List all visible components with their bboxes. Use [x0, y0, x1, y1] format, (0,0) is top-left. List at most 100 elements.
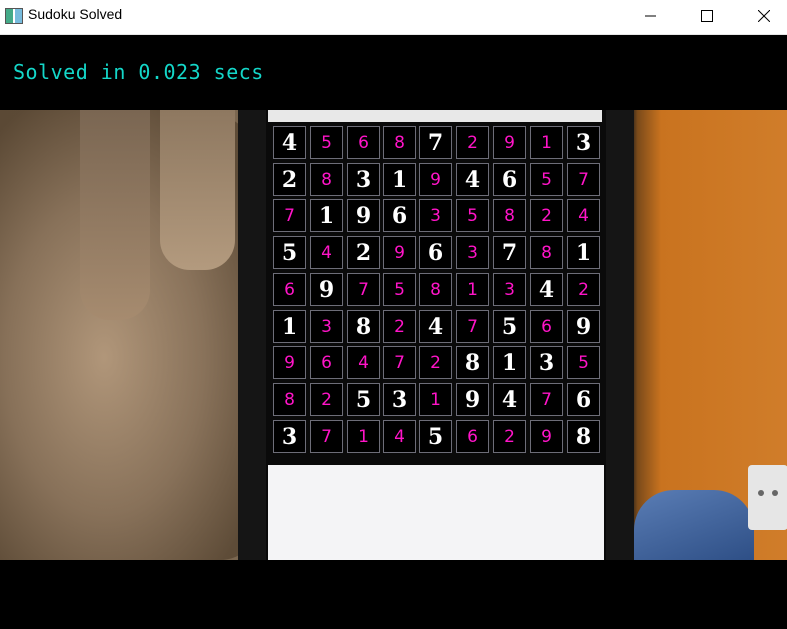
- sudoku-cell: 3: [273, 420, 306, 453]
- given-digit: 8: [464, 349, 481, 376]
- given-digit: 5: [281, 239, 298, 266]
- blanket-image: [634, 490, 754, 560]
- solved-digit: 1: [358, 426, 369, 447]
- sudoku-cell: 1: [310, 199, 343, 232]
- sudoku-cell: 6: [310, 346, 343, 379]
- solved-digit: 4: [358, 352, 369, 373]
- sudoku-cell: 1: [419, 383, 452, 416]
- phone-screen-blank-area: [268, 465, 604, 560]
- sudoku-cell: 7: [456, 310, 489, 343]
- given-digit: 4: [501, 386, 518, 413]
- sudoku-cell: 4: [383, 420, 416, 453]
- sudoku-cell: 1: [347, 420, 380, 453]
- sudoku-cell: 3: [456, 236, 489, 269]
- maximize-icon: [701, 10, 713, 22]
- bottom-bar: [0, 560, 787, 629]
- sudoku-cell: 3: [383, 383, 416, 416]
- sudoku-cell: 4: [347, 346, 380, 379]
- given-digit: 4: [538, 276, 555, 303]
- sudoku-cell: 7: [310, 420, 343, 453]
- finger-image: [160, 110, 235, 270]
- solved-digit: 1: [430, 389, 441, 410]
- close-button[interactable]: [741, 0, 787, 32]
- maximize-button[interactable]: [684, 0, 730, 32]
- given-digit: 6: [427, 239, 444, 266]
- solved-digit: 1: [467, 279, 478, 300]
- sudoku-cell: 7: [273, 199, 306, 232]
- sudoku-cell: 1: [567, 236, 600, 269]
- sudoku-cell: 6: [419, 236, 452, 269]
- solved-digit: 8: [394, 132, 405, 153]
- solved-digit: 7: [321, 426, 332, 447]
- sudoku-cell: 6: [567, 383, 600, 416]
- sudoku-cell: 8: [419, 273, 452, 306]
- sudoku-cell: 5: [347, 383, 380, 416]
- sudoku-cell: 5: [419, 420, 452, 453]
- sudoku-cell: 1: [456, 273, 489, 306]
- sudoku-cell: 9: [456, 383, 489, 416]
- title-bar: Sudoku Solved: [0, 0, 787, 35]
- sudoku-cell: 1: [530, 126, 563, 159]
- solved-digit: 2: [394, 316, 405, 337]
- sudoku-cell: 8: [567, 420, 600, 453]
- given-digit: 7: [427, 129, 444, 156]
- solved-digit: 7: [284, 205, 295, 226]
- solved-digit: 8: [430, 279, 441, 300]
- sudoku-cell: 9: [419, 163, 452, 196]
- sudoku-cell: 5: [383, 273, 416, 306]
- wall-outlet-image: [748, 465, 787, 530]
- solved-digit: 6: [358, 132, 369, 153]
- given-digit: 1: [318, 202, 335, 229]
- solved-digit: 9: [541, 426, 552, 447]
- sudoku-cell: 4: [273, 126, 306, 159]
- solved-digit: 5: [467, 205, 478, 226]
- solved-digit: 4: [578, 205, 589, 226]
- given-digit: 1: [391, 166, 408, 193]
- sudoku-cell: 2: [347, 236, 380, 269]
- solved-digit: 5: [578, 352, 589, 373]
- given-digit: 5: [355, 386, 372, 413]
- sudoku-cell: 9: [530, 420, 563, 453]
- solved-digit: 5: [321, 132, 332, 153]
- sudoku-cell: 4: [456, 163, 489, 196]
- solved-digit: 8: [541, 242, 552, 263]
- given-digit: 8: [575, 423, 592, 450]
- sudoku-cell: 7: [383, 346, 416, 379]
- given-digit: 9: [464, 386, 481, 413]
- sudoku-cell: 2: [273, 163, 306, 196]
- solved-digit: 2: [467, 132, 478, 153]
- solved-digit: 6: [284, 279, 295, 300]
- solved-digit: 9: [284, 352, 295, 373]
- given-digit: 2: [281, 166, 298, 193]
- solved-digit: 3: [467, 242, 478, 263]
- sudoku-cell: 6: [456, 420, 489, 453]
- sudoku-cell: 2: [493, 420, 526, 453]
- minimize-icon: [645, 15, 656, 17]
- given-digit: 3: [575, 129, 592, 156]
- given-digit: 6: [501, 166, 518, 193]
- minimize-button[interactable]: [628, 0, 674, 32]
- sudoku-cell: 7: [419, 126, 452, 159]
- solve-time-status: Solved in 0.023 secs: [13, 60, 264, 84]
- given-digit: 4: [464, 166, 481, 193]
- sudoku-cell: 3: [530, 346, 563, 379]
- sudoku-cell: 9: [493, 126, 526, 159]
- given-digit: 1: [281, 313, 298, 340]
- given-digit: 7: [501, 239, 518, 266]
- sudoku-cell: 3: [419, 199, 452, 232]
- sudoku-cell: 2: [383, 310, 416, 343]
- given-digit: 1: [501, 349, 518, 376]
- given-digit: 9: [355, 202, 372, 229]
- sudoku-cell: 7: [347, 273, 380, 306]
- solved-digit: 7: [358, 279, 369, 300]
- camera-frame: 4568729132831946577196358245429637816975…: [0, 110, 787, 560]
- sudoku-cell: 4: [310, 236, 343, 269]
- sudoku-cell: 8: [493, 199, 526, 232]
- solved-digit: 8: [321, 169, 332, 190]
- sudoku-cell: 6: [493, 163, 526, 196]
- given-digit: 3: [281, 423, 298, 450]
- solved-digit: 2: [541, 205, 552, 226]
- given-digit: 3: [355, 166, 372, 193]
- solved-digit: 1: [541, 132, 552, 153]
- sudoku-cell: 4: [493, 383, 526, 416]
